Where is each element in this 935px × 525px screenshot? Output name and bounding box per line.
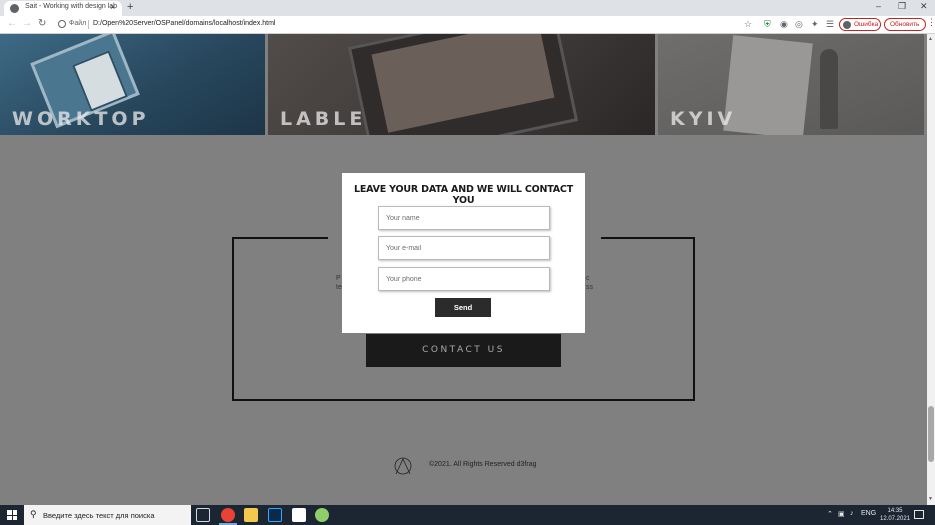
globe-icon <box>10 4 19 13</box>
tray-chevron-icon[interactable]: ⌃ <box>827 510 833 518</box>
more-menu-icon[interactable]: ⋮ <box>927 17 935 28</box>
minimize-button[interactable]: – <box>876 1 881 11</box>
task-view-icon[interactable] <box>196 508 210 522</box>
reload-icon[interactable]: ↻ <box>38 18 46 29</box>
search-icon: ⚲ <box>30 509 37 519</box>
network-icon[interactable]: ▣ <box>838 510 845 518</box>
send-button[interactable]: Send <box>435 298 491 317</box>
scroll-down-arrow-icon[interactable]: ▼ <box>928 496 933 502</box>
taskbar-search-text: Введите здесь текст для поиска <box>43 511 155 520</box>
address-separator <box>88 20 89 29</box>
windows-start-icon[interactable] <box>7 510 17 520</box>
star-icon[interactable]: ☆ <box>744 19 752 30</box>
puzzle-icon[interactable]: ✦ <box>811 19 819 30</box>
footer-copyright: ©2021. All Rights Reserved d3frag <box>429 461 537 468</box>
name-input[interactable] <box>378 206 550 230</box>
tab-close-icon[interactable]: × <box>110 2 115 12</box>
contact-modal: LEAVE YOUR DATA AND WE WILL CONTACT YOU … <box>342 173 585 333</box>
file-scheme-label: Файл <box>69 20 87 27</box>
gallery-tile-worktop[interactable]: WORKTOP <box>0 34 265 135</box>
photo-person <box>820 49 838 129</box>
maximize-button[interactable]: ❐ <box>898 1 906 12</box>
page-scrollbar[interactable]: ▲ ▼ <box>927 34 935 505</box>
photoshop-icon[interactable] <box>268 508 282 522</box>
tile-label: LABLE <box>280 108 367 130</box>
modal-title: LEAVE YOUR DATA AND WE WILL CONTACT YOU <box>353 184 573 206</box>
tile-label: WORKTOP <box>12 108 150 130</box>
brand-logo-icon[interactable] <box>394 457 412 475</box>
update-button[interactable]: Обновить <box>884 18 926 31</box>
app-2-icon[interactable] <box>315 508 329 522</box>
tab-title: Sait - Working with design lab <box>25 3 118 10</box>
chrome-icon[interactable] <box>221 508 235 522</box>
contact-us-button[interactable]: CONTACT US <box>366 334 561 367</box>
gallery-tile-lable[interactable]: LABLE <box>268 34 655 135</box>
file-explorer-icon[interactable] <box>244 508 258 522</box>
gallery-tile-kyiv[interactable]: KYIV <box>658 34 924 135</box>
scroll-thumb[interactable] <box>928 406 934 462</box>
info-icon[interactable] <box>58 20 66 28</box>
email-input[interactable] <box>378 236 550 260</box>
close-window-button[interactable]: ✕ <box>920 1 928 12</box>
address-bar[interactable]: D:/Open%20Server/OSPanel/domains/localho… <box>93 20 275 27</box>
app-icon[interactable] <box>292 508 306 522</box>
notifications-icon[interactable] <box>914 510 924 519</box>
forward-arrow-icon[interactable]: → <box>22 18 32 29</box>
browser-tab-bar: Sait - Working with design lab × + – ❐ ✕ <box>0 0 935 16</box>
taskbar-clock[interactable]: 14:35 12.07.2021 <box>880 507 910 523</box>
language-indicator[interactable]: ENG <box>861 510 876 517</box>
browser-tab[interactable]: Sait - Working with design lab × <box>4 1 122 16</box>
shield-icon[interactable]: ⛨ <box>764 19 771 30</box>
tile-label: KYIV <box>670 108 737 130</box>
phone-input[interactable] <box>378 267 550 291</box>
extension-1-icon[interactable]: ◉ <box>780 19 788 30</box>
reading-list-icon[interactable]: ☰ <box>826 19 834 30</box>
new-tab-button[interactable]: + <box>127 1 133 13</box>
profile-error-pill[interactable]: Ошибка <box>839 18 881 31</box>
scroll-up-arrow-icon[interactable]: ▲ <box>928 36 933 42</box>
back-arrow-icon[interactable]: ← <box>7 18 17 29</box>
volume-icon[interactable]: ♪ <box>850 510 854 517</box>
photo-paper <box>723 35 813 135</box>
browser-toolbar: ← → ↻ Файл D:/Open%20Server/OSPanel/doma… <box>0 16 935 34</box>
avatar <box>843 21 851 29</box>
section-text-left: P te <box>336 275 342 291</box>
section-text-right: c ss <box>586 275 593 291</box>
extension-2-icon[interactable]: ◎ <box>795 19 803 30</box>
windows-taskbar: ⚲ Введите здесь текст для поиска ⌃ ▣ ♪ E… <box>0 505 935 525</box>
taskbar-search[interactable]: ⚲ Введите здесь текст для поиска <box>24 505 191 525</box>
